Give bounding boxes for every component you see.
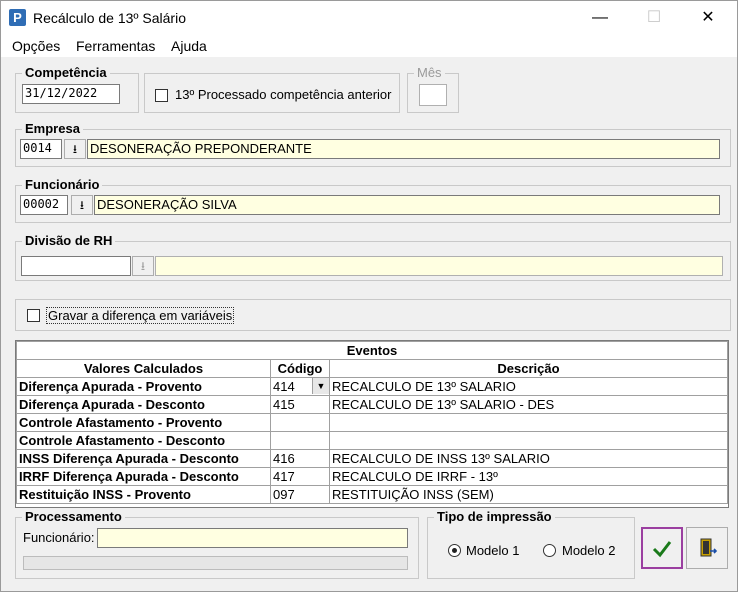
table-row[interactable]: INSS Diferença Apurada - Desconto 416 RE… — [16, 449, 728, 468]
menu-bar: Opções Ferramentas Ajuda — [1, 35, 737, 57]
processamento-funcionario-field — [97, 528, 408, 548]
modelo1-label: Modelo 1 — [466, 543, 520, 558]
table-row[interactable]: Diferença Apurada - Provento 414 ▼ RECALC… — [16, 377, 728, 396]
column-header-descricao: Descrição — [329, 359, 728, 378]
close-button[interactable]: ✕ — [685, 1, 731, 35]
confirm-button[interactable] — [641, 527, 683, 569]
row-valor: IRRF Diferença Apurada - Desconto — [16, 467, 271, 486]
funcionario-name-field: DESONERAÇÃO SILVA — [94, 195, 720, 215]
row-valor: Diferença Apurada - Provento — [16, 377, 271, 396]
exit-door-icon — [700, 538, 718, 557]
row-codigo[interactable] — [270, 413, 330, 432]
download-arrow-icon: ⭳ — [72, 142, 78, 156]
row-codigo-value: 414 — [273, 378, 295, 394]
row-codigo[interactable]: 414 ▼ — [270, 377, 330, 396]
row-descricao: RECALCULO DE IRRF - 13º — [329, 467, 728, 486]
row-codigo[interactable] — [270, 431, 330, 450]
funcionario-lookup-button[interactable]: ⭳ — [71, 195, 93, 215]
funcionario-code-input[interactable]: 00002 — [20, 195, 68, 215]
row-codigo[interactable]: 416 — [270, 449, 330, 468]
divisao-code-input[interactable] — [21, 256, 131, 276]
divisao-lookup-button[interactable]: ⭳ — [132, 256, 154, 276]
processamento-label: Processamento — [22, 509, 125, 524]
empresa-lookup-button[interactable]: ⭳ — [64, 139, 86, 159]
menu-opcoes[interactable]: Opções — [12, 38, 60, 54]
column-header-valores: Valores Calculados — [16, 359, 271, 378]
main-window: P Recálculo de 13º Salário — ☐ ✕ Opções … — [0, 0, 738, 592]
download-arrow-icon: ⭳ — [140, 259, 146, 273]
eventos-title: Eventos — [16, 341, 728, 360]
table-row[interactable]: Controle Afastamento - Desconto — [16, 431, 728, 450]
table-row[interactable]: IRRF Diferença Apurada - Desconto 417 RE… — [16, 467, 728, 486]
modelo2-label: Modelo 2 — [562, 543, 616, 558]
modelo2-radio[interactable] — [543, 544, 556, 557]
processado-label: 13º Processado competência anterior — [175, 87, 392, 102]
minimize-button[interactable]: — — [577, 1, 623, 35]
row-valor: Controle Afastamento - Desconto — [16, 431, 271, 450]
row-codigo[interactable]: 415 — [270, 395, 330, 414]
row-valor: Controle Afastamento - Provento — [16, 413, 271, 432]
column-header-codigo: Código — [270, 359, 330, 378]
gravar-label: Gravar a diferença em variáveis — [46, 307, 235, 324]
divisao-label: Divisão de RH — [22, 233, 116, 248]
processamento-funcionario-label: Funcionário: — [23, 530, 95, 545]
mes-label: Mês — [414, 65, 445, 80]
row-descricao: RESTITUIÇÃO INSS (SEM) — [329, 485, 728, 504]
row-codigo[interactable]: 417 — [270, 467, 330, 486]
window-title: Recálculo de 13º Salário — [33, 10, 186, 26]
funcionario-label: Funcionário — [22, 177, 103, 192]
maximize-button[interactable]: ☐ — [631, 1, 677, 35]
processado-checkbox[interactable] — [155, 89, 168, 102]
empresa-code-input[interactable]: 0014 — [20, 139, 62, 159]
row-codigo[interactable]: 097 — [270, 485, 330, 504]
empresa-label: Empresa — [22, 121, 83, 136]
row-valor: INSS Diferença Apurada - Desconto — [16, 449, 271, 468]
progress-bar — [23, 556, 408, 570]
row-descricao: RECALCULO DE 13º SALARIO — [329, 377, 728, 396]
eventos-table: Eventos Valores Calculados Código Descri… — [16, 341, 728, 504]
exit-button[interactable] — [686, 527, 728, 569]
gravar-checkbox[interactable] — [27, 309, 40, 322]
app-icon: P — [9, 9, 26, 26]
row-descricao — [329, 431, 728, 450]
mes-input[interactable] — [419, 84, 447, 106]
title-bar: P Recálculo de 13º Salário — ☐ ✕ — [1, 1, 737, 35]
menu-ajuda[interactable]: Ajuda — [171, 38, 207, 54]
competencia-label: Competência — [22, 65, 110, 80]
row-valor: Restituição INSS - Provento — [16, 485, 271, 504]
eventos-grid: Eventos Valores Calculados Código Descri… — [15, 340, 729, 508]
dropdown-arrow-icon[interactable]: ▼ — [312, 378, 329, 394]
table-row[interactable]: Controle Afastamento - Provento — [16, 413, 728, 432]
table-row[interactable]: Diferença Apurada - Desconto 415 RECALCU… — [16, 395, 728, 414]
tipo-impressao-label: Tipo de impressão — [434, 509, 555, 524]
download-arrow-icon: ⭳ — [79, 198, 85, 212]
row-descricao — [329, 413, 728, 432]
menu-ferramentas[interactable]: Ferramentas — [76, 38, 155, 54]
modelo1-radio[interactable] — [448, 544, 461, 557]
checkmark-icon — [652, 541, 672, 558]
table-row[interactable]: Restituição INSS - Provento 097 RESTITUI… — [16, 485, 728, 504]
row-valor: Diferença Apurada - Desconto — [16, 395, 271, 414]
row-descricao: RECALCULO DE 13º SALARIO - DES — [329, 395, 728, 414]
empresa-name-field: DESONERAÇÃO PREPONDERANTE — [87, 139, 720, 159]
competencia-input[interactable]: 31/12/2022 — [22, 84, 120, 104]
divisao-name-field — [155, 256, 723, 276]
row-descricao: RECALCULO DE INSS 13º SALARIO — [329, 449, 728, 468]
